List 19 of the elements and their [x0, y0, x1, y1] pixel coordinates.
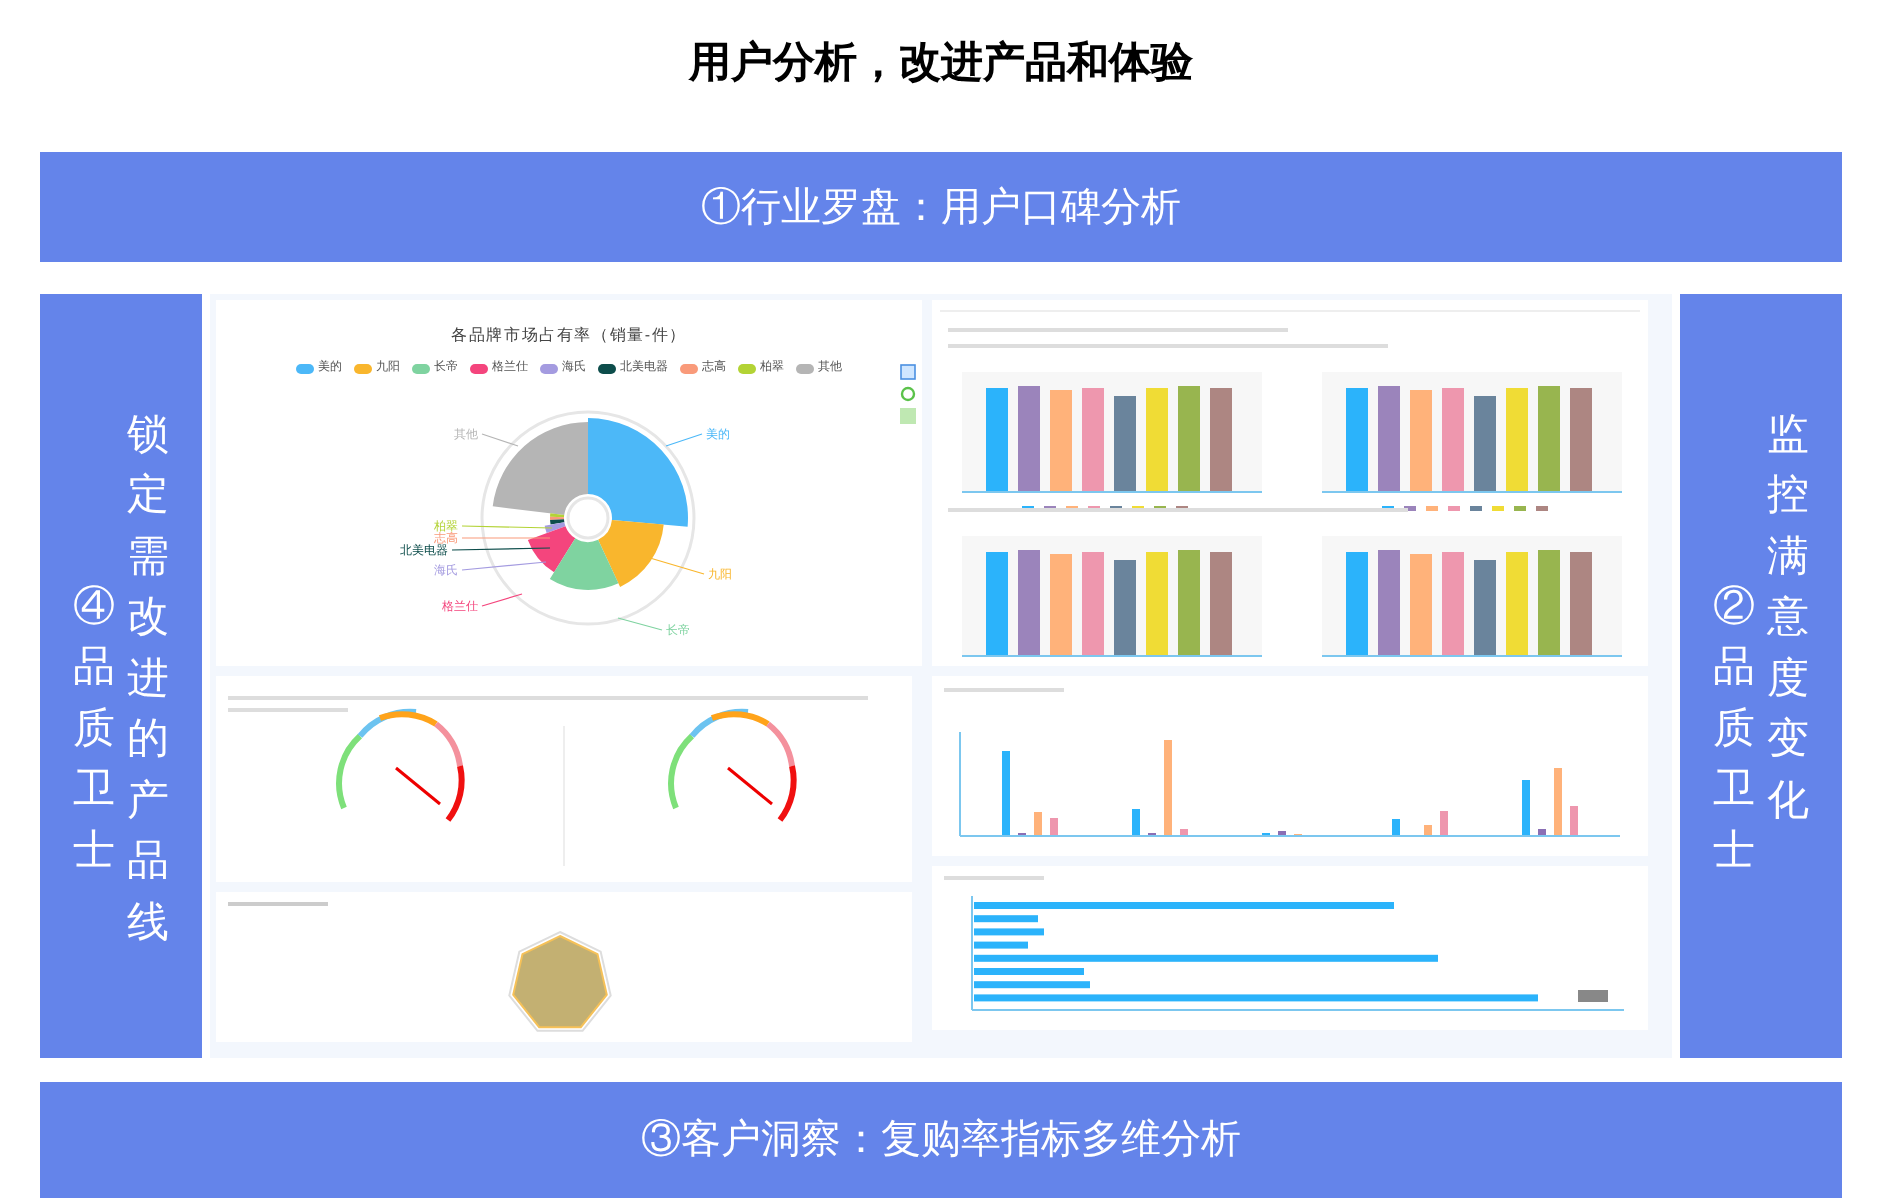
leader-line — [480, 593, 522, 607]
leader-line — [480, 433, 518, 447]
refresh-icon[interactable] — [900, 386, 916, 402]
panel-description: 监控满意度变化 — [1767, 410, 1809, 828]
page-title: 用户分析，改进产品和体验 — [689, 37, 1193, 91]
panel-description: 锁定需改进的产品线 — [127, 410, 169, 949]
panel-label: ④品质卫士 — [73, 582, 115, 878]
leader-line — [648, 557, 704, 575]
leader-line — [664, 433, 702, 447]
panel-label: ②品质卫士 — [1713, 582, 1755, 878]
leader-line — [460, 561, 546, 571]
leader-line — [460, 537, 550, 539]
leader-line — [460, 525, 552, 529]
leader-line — [450, 547, 550, 551]
chart-title: 各品牌市场占有率（销量-件） — [451, 324, 687, 348]
leader-line — [616, 617, 662, 631]
banner-title: ①行业罗盘：用户口碑分析 — [701, 183, 1181, 233]
banner-title: ③客户洞察：复购率指标多维分析 — [641, 1116, 1241, 1166]
save-icon[interactable] — [900, 364, 916, 380]
